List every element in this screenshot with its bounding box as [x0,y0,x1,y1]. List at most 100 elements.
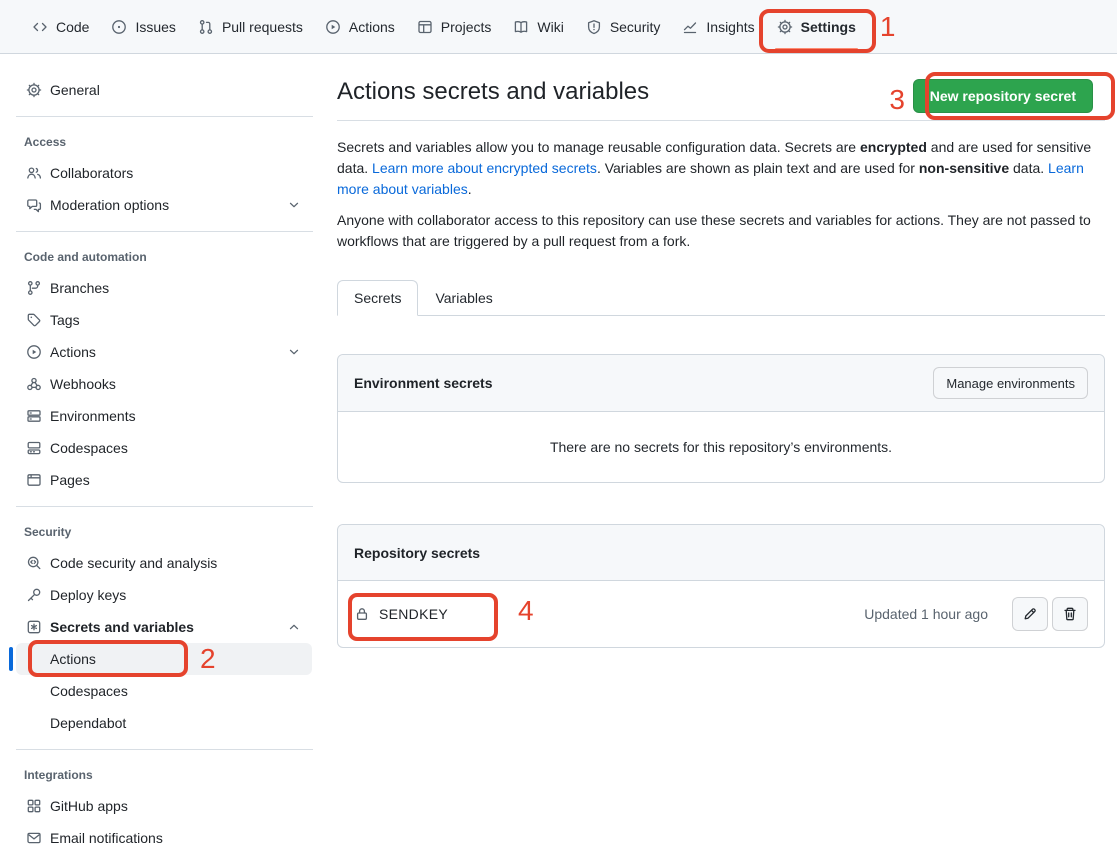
key-icon [26,587,42,603]
tab-actions[interactable]: Actions [317,13,403,41]
apps-icon [26,798,42,814]
sidebar-item-environments[interactable]: Environments [16,400,312,432]
pencil-icon [1022,606,1038,622]
intro-text: Secrets and variables allow you to manag… [337,137,1105,252]
sidebar-item-tags[interactable]: Tags [16,304,312,336]
sidebar-item-codespaces[interactable]: Codespaces [16,432,312,464]
repo-tab-nav: Code Issues Pull requests Actions Projec… [0,0,1117,54]
tab-pull-requests[interactable]: Pull requests [190,13,311,41]
sidebar-item-actions[interactable]: Actions [16,336,312,368]
sidebar-item-code-security[interactable]: Code security and analysis [16,547,312,579]
page-header: Actions secrets and variables New reposi… [337,54,1105,121]
sidebar-item-label: Codespaces [50,683,128,699]
sidebar-item-deploy-keys[interactable]: Deploy keys [16,579,312,611]
intro-paragraph-2: Anyone with collaborator access to this … [337,210,1105,252]
sidebar-item-pages[interactable]: Pages [16,464,312,496]
annotation-number-2: 2 [200,645,216,673]
chevron-down-icon [286,197,302,213]
repository-secrets-card: Repository secrets SENDKEY 4 Updated 1 h… [337,524,1105,648]
gear-icon [777,19,793,35]
chevron-up-icon [286,619,302,635]
people-icon [26,165,42,181]
active-item-marker [9,647,13,671]
server-icon [26,408,42,424]
sidebar-item-github-apps[interactable]: GitHub apps [16,790,312,822]
divider [16,749,313,750]
shield-icon [586,19,602,35]
sidebar-item-label: Code security and analysis [50,555,217,571]
sidebar-subitem-dependabot[interactable]: Dependabot [16,707,312,739]
tab-projects[interactable]: Projects [409,13,500,41]
book-icon [513,19,529,35]
secret-row: SENDKEY 4 Updated 1 hour ago [338,581,1104,647]
code-icon [32,19,48,35]
gear-icon [26,82,42,98]
graph-icon [682,19,698,35]
edit-secret-button[interactable] [1012,597,1048,631]
divider [16,231,313,232]
delete-secret-button[interactable] [1052,597,1088,631]
main-content: Actions secrets and variables New reposi… [337,54,1105,648]
mail-icon [26,830,42,846]
tab-security[interactable]: Security [578,13,669,41]
settings-sidebar: General Access Collaborators Moderation … [0,54,321,867]
tab-code[interactable]: Code [24,13,97,41]
tag-icon [26,312,42,328]
tab-label: Projects [441,19,492,35]
git-pull-request-icon [198,19,214,35]
table-icon [417,19,433,35]
tab-wiki[interactable]: Wiki [505,13,571,41]
sidebar-item-collaborators[interactable]: Collaborators [16,157,312,189]
sidebar-item-label: General [50,82,100,98]
github-settings-page: Code Issues Pull requests Actions Projec… [0,0,1117,867]
sidebar-item-webhooks[interactable]: Webhooks [16,368,312,400]
lock-icon [354,606,370,622]
new-repository-secret-button[interactable]: New repository secret [913,79,1093,113]
link-encrypted-secrets[interactable]: Learn more about encrypted secrets [372,160,597,176]
secrets-variables-tabnav: Secrets Variables [337,280,1105,316]
asterisk-box-icon [26,619,42,635]
manage-environments-button[interactable]: Manage environments [933,367,1088,399]
intro-paragraph-1: Secrets and variables allow you to manag… [337,137,1105,200]
sidebar-subitem-codespaces[interactable]: Codespaces [16,675,312,707]
sidebar-item-label: Collaborators [50,165,133,181]
active-tab-underline [775,48,858,50]
play-circle-icon [325,19,341,35]
environment-secrets-empty-message: There are no secrets for this repository… [338,412,1104,482]
code-scan-icon [26,555,42,571]
sidebar-item-label: Actions [50,651,96,667]
tab-label: Code [56,19,89,35]
sidebar-item-email-notifications[interactable]: Email notifications [16,822,312,854]
intro-bold-non-sensitive: non-sensitive [919,160,1009,176]
sidebar-section-header: Code and automation [0,242,321,272]
sidebar-item-moderation-options[interactable]: Moderation options [16,189,312,221]
sidebar-item-secrets-and-variables[interactable]: Secrets and variables [16,611,312,643]
sidebar-item-label: Pages [50,472,90,488]
sidebar-item-label: Branches [50,280,109,296]
repository-secrets-header: Repository secrets [338,525,1104,581]
intro-text-segment: . [468,181,472,197]
codespaces-icon [26,440,42,456]
sidebar-item-label: Moderation options [50,197,169,213]
tab-variables[interactable]: Variables [418,280,509,316]
comment-discussion-icon [26,197,42,213]
chevron-down-icon [286,344,302,360]
tab-secrets[interactable]: Secrets [337,280,418,316]
sidebar-subitem-actions[interactable]: Actions 2 [16,643,312,675]
annotation-number-4: 4 [518,597,534,625]
tab-insights[interactable]: Insights [674,13,762,41]
sidebar-item-general[interactable]: General [16,74,312,106]
tab-settings[interactable]: Settings 1 [769,13,864,41]
sidebar-item-label: Deploy keys [50,587,126,603]
card-title: Repository secrets [354,545,480,561]
tab-issues[interactable]: Issues [103,13,183,41]
intro-bold-encrypted: encrypted [860,139,927,155]
intro-text-segment: . Variables are shown as plain text and … [597,160,919,176]
sidebar-item-label: Dependabot [50,715,126,731]
sidebar-item-branches[interactable]: Branches [16,272,312,304]
tab-label: Pull requests [222,19,303,35]
git-branch-icon [26,280,42,296]
sidebar-item-label: Tags [50,312,80,328]
environment-secrets-card: Environment secrets Manage environments … [337,354,1105,483]
tab-label: Wiki [537,19,563,35]
